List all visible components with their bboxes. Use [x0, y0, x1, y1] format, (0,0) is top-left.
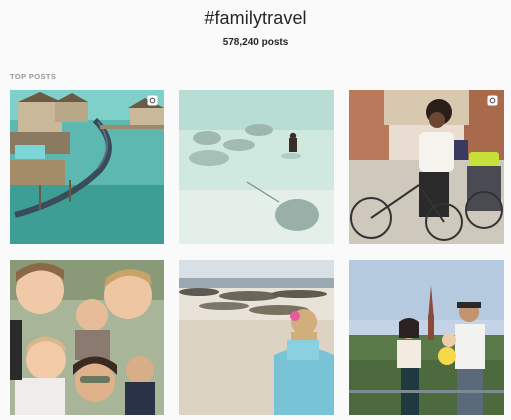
post-image-overwater-villas [10, 90, 164, 244]
post-image-family-selfie [10, 260, 164, 415]
post-tile-6[interactable] [349, 260, 504, 415]
post-tile-4[interactable] [10, 260, 164, 415]
post-tile-3[interactable] [349, 90, 504, 244]
post-tile-1[interactable] [10, 90, 164, 244]
post-image-stingrays [179, 90, 334, 244]
carousel-icon [487, 95, 498, 106]
post-image-couple-with-baby [349, 260, 504, 415]
post-image-girl-on-beach [179, 260, 334, 415]
post-tile-2[interactable] [179, 90, 334, 244]
post-tile-5[interactable] [179, 260, 334, 415]
post-image-family-biking [349, 90, 504, 244]
carousel-icon [147, 95, 158, 106]
posts-grid [0, 0, 511, 420]
